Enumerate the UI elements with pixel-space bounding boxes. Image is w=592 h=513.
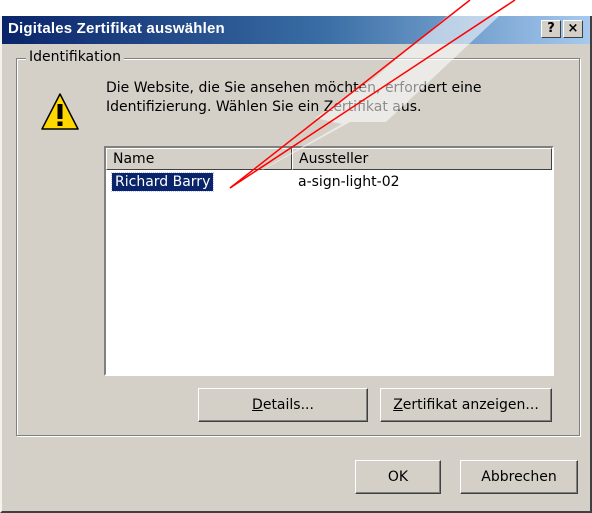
close-icon: ×: [567, 21, 579, 36]
ok-button[interactable]: OK: [355, 460, 441, 494]
info-message: Die Website, die Sie ansehen möchten, er…: [106, 79, 546, 117]
details-button[interactable]: Details...: [198, 388, 368, 422]
column-header-name[interactable]: Name: [106, 148, 292, 170]
help-icon: ?: [547, 21, 555, 36]
details-accel: D: [252, 397, 263, 413]
title-bar[interactable]: Digitales Zertifikat auswählen ? ×: [2, 16, 590, 44]
cancel-label: Abbrechen: [481, 469, 557, 485]
list-header: Name Aussteller: [106, 148, 552, 170]
view-certificate-accel: Z: [393, 397, 403, 413]
group-legend: Identifikation: [26, 49, 124, 65]
close-button[interactable]: ×: [563, 20, 583, 38]
message-line-1: Die Website, die Sie ansehen möchten, er…: [106, 80, 482, 96]
certificate-list[interactable]: Name Aussteller Richard Barry a-sign-lig…: [104, 146, 554, 376]
message-line-2: Identifizierung. Wählen Sie ein Zertifik…: [106, 99, 422, 115]
certificate-name[interactable]: Richard Barry: [110, 172, 215, 192]
details-label: etails...: [262, 397, 314, 413]
cancel-button[interactable]: Abbrechen: [460, 460, 578, 494]
warning-icon: [41, 93, 79, 130]
list-item[interactable]: Richard Barry a-sign-light-02: [106, 172, 552, 192]
help-button[interactable]: ?: [541, 20, 561, 38]
ok-label: OK: [387, 469, 409, 485]
view-certificate-button[interactable]: Zertifikat anzeigen...: [380, 388, 552, 422]
window-title: Digitales Zertifikat auswählen: [8, 20, 225, 37]
view-certificate-label: ertifikat anzeigen...: [402, 397, 539, 413]
certificate-issuer: a-sign-light-02: [298, 174, 400, 190]
column-header-issuer[interactable]: Aussteller: [292, 148, 552, 170]
